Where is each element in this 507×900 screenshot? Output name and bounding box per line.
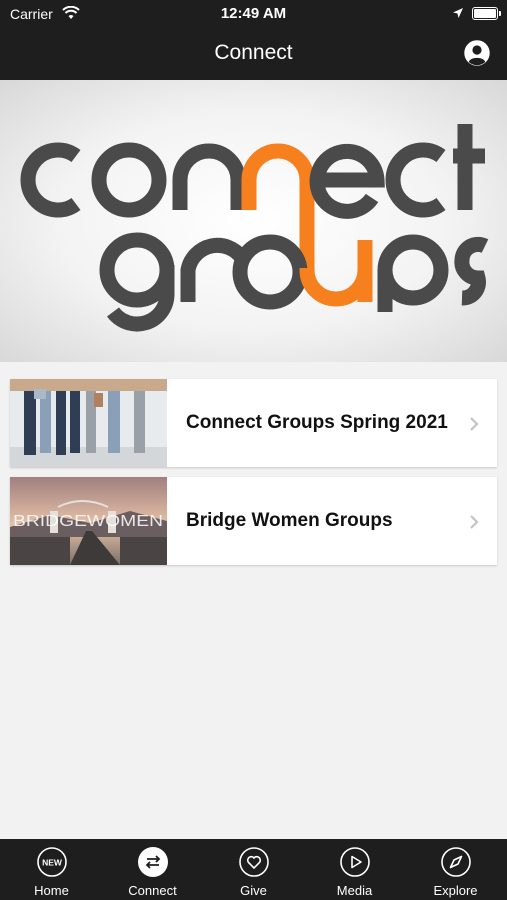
tab-label: Home: [34, 883, 69, 898]
tab-media[interactable]: Media: [304, 839, 405, 900]
svg-text:NEW: NEW: [42, 858, 63, 868]
bridge-women-thumbnail: BRIDGEWOMEN: [10, 477, 167, 565]
navigation-bar: Connect: [0, 28, 507, 80]
chevron-right-icon: [470, 417, 479, 431]
heart-icon: [239, 847, 269, 877]
groups-list: Connect Groups Spring 2021 BRIDGEWOMEN B…: [10, 379, 497, 575]
profile-icon[interactable]: [463, 39, 491, 67]
tab-bar: NEW Home Connect Give Media Explore: [0, 839, 507, 900]
list-item-bridge-women-groups[interactable]: BRIDGEWOMEN Bridge Women Groups: [10, 477, 497, 565]
tab-explore[interactable]: Explore: [405, 839, 506, 900]
location-arrow-icon: [453, 8, 463, 18]
list-item-title: Bridge Women Groups: [186, 510, 393, 531]
tab-home[interactable]: NEW Home: [1, 839, 102, 900]
connect-groups-thumbnail: [10, 379, 167, 467]
swap-arrows-icon: [138, 847, 168, 877]
battery-icon: [472, 7, 501, 20]
thumb-overlay-text: BRIDGEWOMEN: [13, 513, 163, 530]
tab-label: Give: [240, 883, 267, 898]
chevron-right-icon: [470, 515, 479, 529]
page-title: Connect: [214, 41, 293, 64]
new-badge-icon: NEW: [37, 847, 67, 877]
tab-label: Connect: [128, 883, 177, 898]
list-item-connect-groups-spring[interactable]: Connect Groups Spring 2021: [10, 379, 497, 467]
connect-groups-logo: [20, 124, 489, 332]
tab-connect[interactable]: Connect: [102, 839, 203, 900]
play-icon: [340, 847, 370, 877]
hero-banner: [0, 80, 507, 362]
list-item-title: Connect Groups Spring 2021: [186, 412, 448, 433]
tab-label: Explore: [433, 883, 478, 898]
tab-give[interactable]: Give: [203, 839, 304, 900]
compass-icon: [441, 847, 471, 877]
status-time: 12:49 AM: [220, 5, 287, 22]
tab-label: Media: [336, 883, 373, 898]
status-bar: Carrier 12:49 AM: [0, 0, 507, 28]
